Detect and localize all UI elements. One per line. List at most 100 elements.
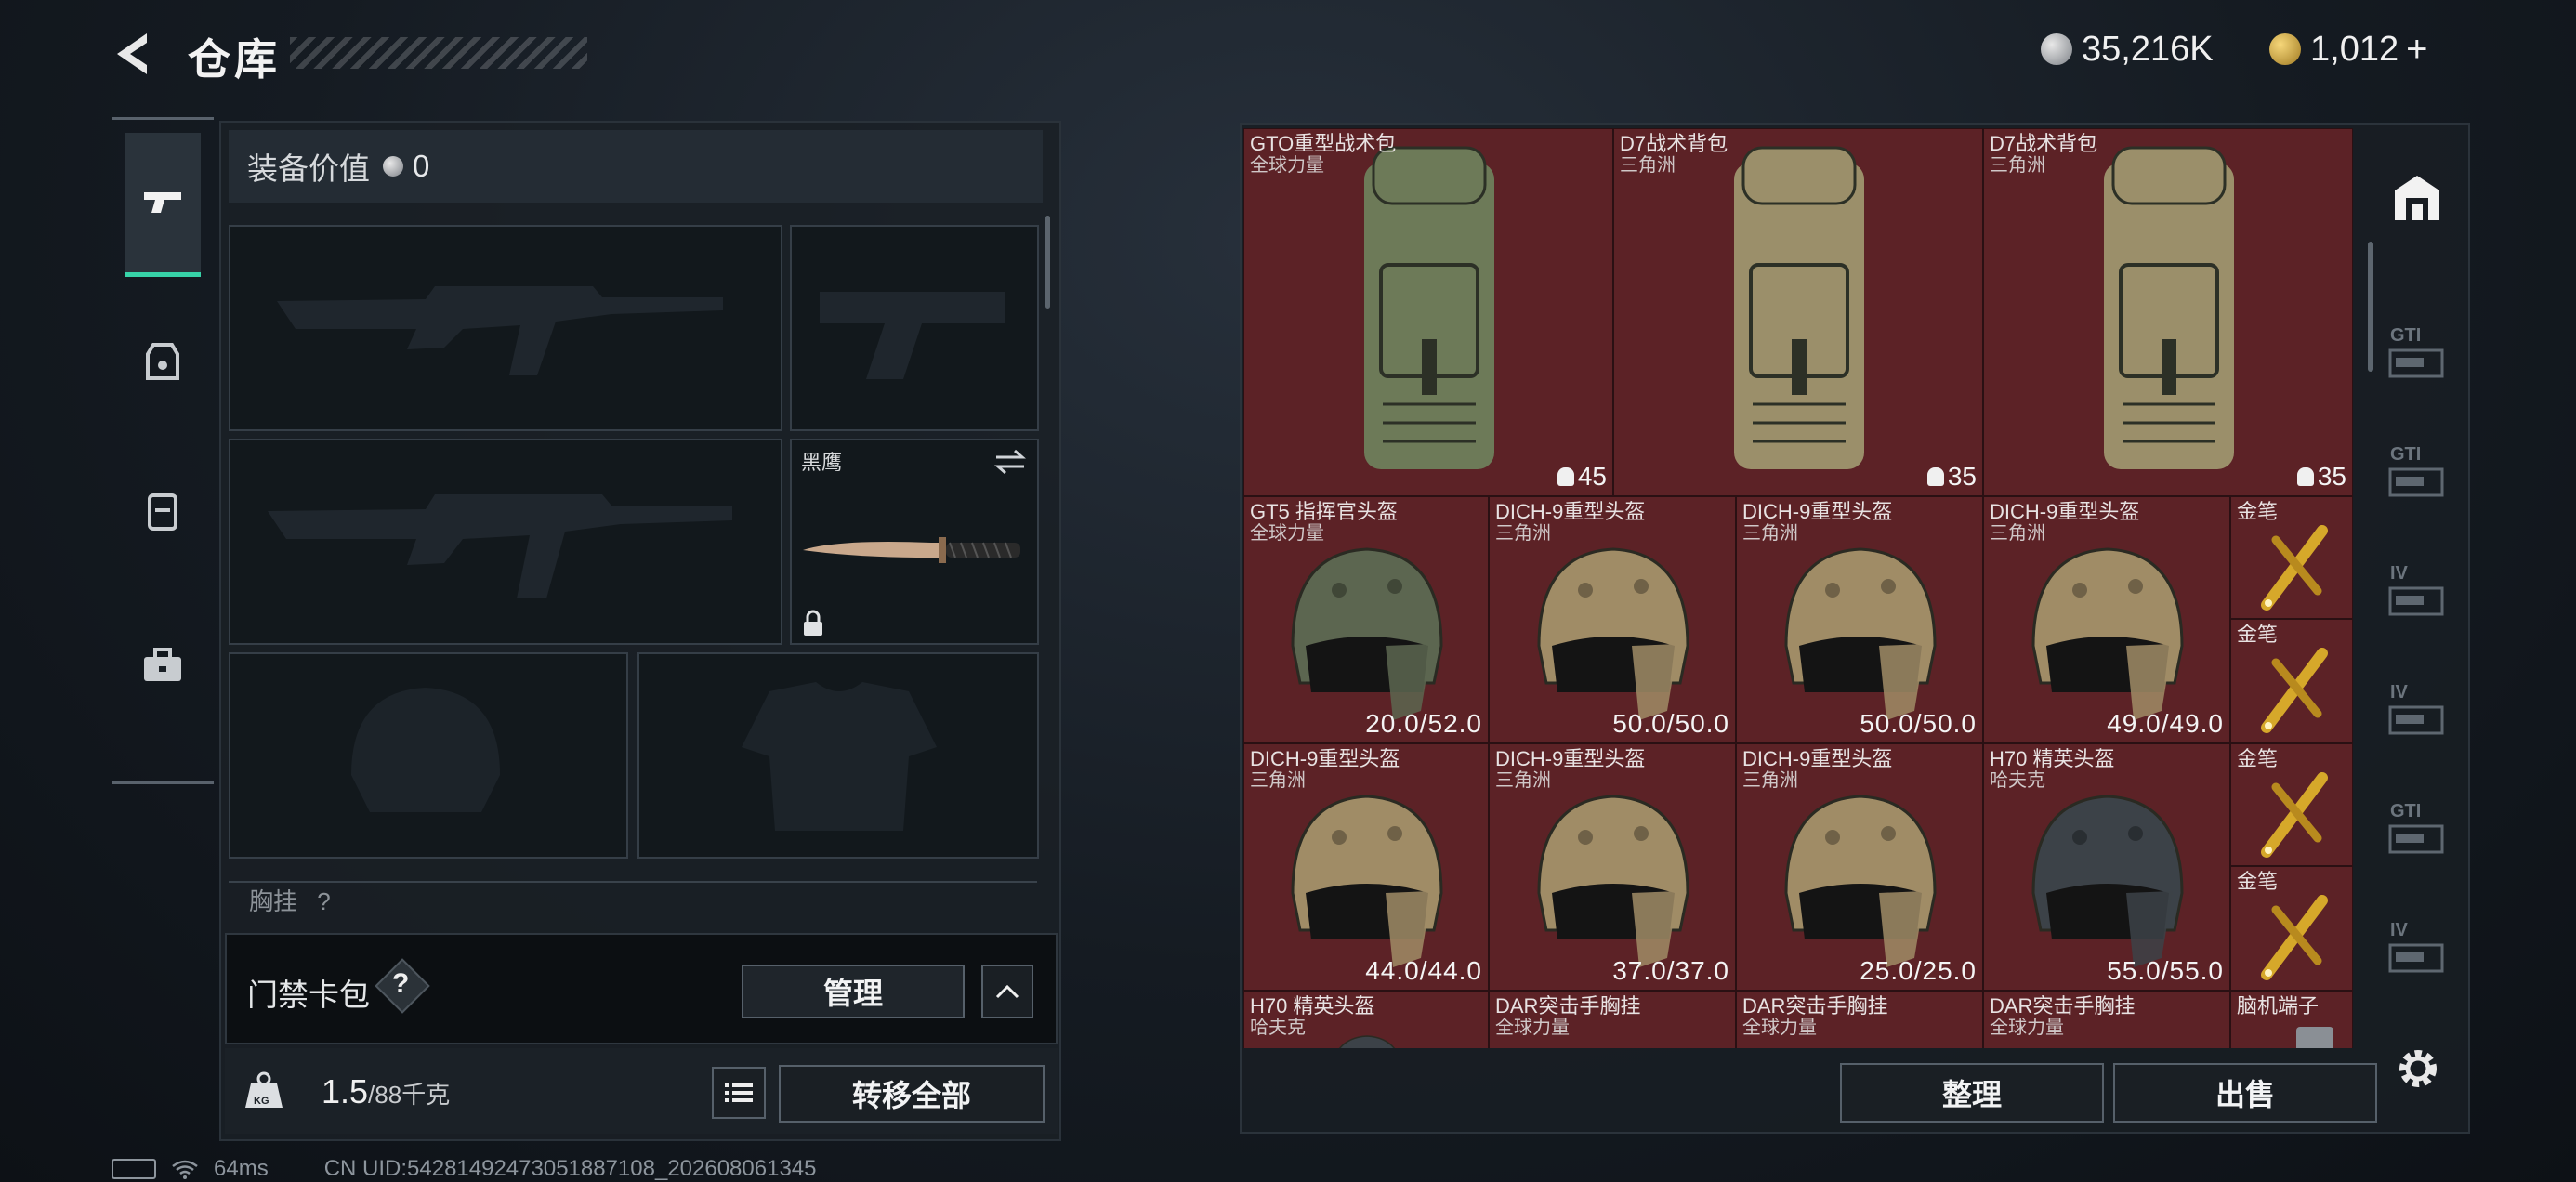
inventory-scrollbar[interactable] — [2368, 242, 2373, 372]
transfer-all-button[interactable]: 转移全部 — [779, 1065, 1045, 1123]
inventory-item[interactable]: 金笔 — [2230, 496, 2353, 619]
weight-current: 1.5 — [322, 1072, 369, 1110]
item-name: GTO重型战术包 — [1250, 132, 1397, 155]
back-arrow-icon[interactable] — [110, 28, 162, 80]
equipment-value-bar: 装备价值 0 — [229, 130, 1043, 203]
item-name: H70 精英头盔 — [1250, 994, 1375, 1018]
capacity-icon — [2296, 467, 2314, 486]
helmet-slot[interactable] — [229, 652, 628, 859]
gold-pen-image — [2261, 648, 2328, 733]
item-brand: 三角洲 — [1742, 770, 1798, 791]
inventory-item[interactable]: DICH-9重型头盔 三角洲 50.0/50.0 — [1489, 496, 1736, 743]
inventory-item[interactable]: 金笔 — [2230, 866, 2353, 991]
weight-unit: 千克 — [401, 1081, 451, 1109]
sell-button[interactable]: 出售 — [2113, 1063, 2377, 1123]
add-gold-button[interactable]: + — [2406, 29, 2427, 71]
sort-button[interactable]: 整理 — [1840, 1063, 2104, 1123]
tab-weapons[interactable] — [125, 133, 201, 277]
chevron-up-icon — [995, 984, 1019, 999]
chest-rig-help-icon[interactable]: ? — [317, 887, 330, 915]
item-brand: 三角洲 — [1495, 770, 1551, 791]
gear-icon[interactable] — [2394, 1044, 2442, 1093]
secondary-weapon-slot[interactable] — [229, 439, 782, 645]
inventory-item[interactable]: DAR突击手胸挂 全球力量 — [1489, 991, 1736, 1048]
inventory-item[interactable]: DAR突击手胸挂 全球力量 — [1983, 991, 2230, 1048]
item-name: DICH-9重型头盔 — [1990, 500, 2140, 523]
container-tab[interactable]: IV — [2375, 892, 2459, 1009]
item-name: DICH-9重型头盔 — [1742, 500, 1893, 523]
item-name: 脑机端子 — [2237, 994, 2320, 1018]
container-tab[interactable]: GTI — [2375, 773, 2459, 890]
swap-icon[interactable] — [992, 448, 1028, 476]
inventory-item[interactable]: DICH-9重型头盔 三角洲 49.0/49.0 — [1983, 496, 2230, 743]
container-tab[interactable]: GTI — [2375, 297, 2459, 414]
container-tier: IV — [2390, 682, 2408, 703]
helmet-silhouette-icon — [351, 688, 500, 812]
gold-pen-image — [2261, 895, 2328, 980]
inventory-item[interactable]: DICH-9重型头盔 三角洲 25.0/25.0 — [1736, 743, 1983, 991]
rifle-silhouette-icon — [277, 286, 723, 375]
container-tab[interactable]: GTI — [2375, 416, 2459, 533]
item-brand: 三角洲 — [1495, 523, 1551, 544]
silver-coin-icon — [2041, 33, 2072, 65]
armor-slot[interactable] — [637, 652, 1039, 859]
item-name: DICH-9重型头盔 — [1495, 747, 1646, 770]
status-bar: 64ms CN UID:54281492473051887108_2026080… — [112, 1156, 817, 1182]
lock-icon — [804, 610, 822, 636]
inventory-item[interactable]: DICH-9重型头盔 三角洲 37.0/37.0 — [1489, 743, 1736, 991]
list-view-button[interactable] — [712, 1067, 766, 1119]
inventory-item[interactable]: DICH-9重型头盔 三角洲 44.0/44.0 — [1243, 743, 1489, 991]
inventory-item[interactable]: 脑机端子 — [2230, 991, 2353, 1048]
chest-rig-slot[interactable]: 胸挂 ? — [229, 881, 1037, 916]
loadout-scrollbar[interactable] — [1045, 216, 1050, 309]
item-name: DAR突击手胸挂 — [1990, 994, 2136, 1018]
keycard-pack-label: 门禁卡包 — [247, 978, 370, 1012]
backpack-image — [1734, 146, 1864, 469]
item-durability: 25.0/25.0 — [1860, 956, 1977, 985]
chest-rig-label: 胸挂 — [249, 887, 298, 915]
inventory-item[interactable]: D7战术背包 三角洲 35 — [1613, 128, 1983, 496]
expand-button[interactable] — [981, 965, 1033, 1018]
inventory-item[interactable]: 金笔 — [2230, 743, 2353, 866]
primary-weapon-slot[interactable] — [229, 225, 782, 431]
pistol-silhouette-icon — [820, 292, 1005, 379]
helmet-image — [1784, 795, 1937, 967]
item-brand: 哈夫克 — [1990, 770, 2045, 791]
capacity-icon — [1926, 467, 1944, 486]
backpack-image — [2104, 146, 2234, 469]
container-tab[interactable]: IV — [2375, 654, 2459, 771]
inventory-item[interactable]: H70 精英头盔 哈夫克 — [1243, 991, 1489, 1048]
pistol-icon — [144, 192, 181, 213]
tab-supplies[interactable] — [125, 596, 201, 735]
container-tab-warehouse[interactable] — [2375, 139, 2459, 256]
container-tier: IV — [2390, 563, 2408, 584]
inventory-grid: GTO重型战术包 全球力量 45 D7战术背包 三角洲 35 D7战术背包 三角洲 35 G… — [1243, 128, 2359, 1048]
item-brand: 全球力量 — [1495, 1018, 1570, 1038]
sidearm-slot[interactable] — [790, 225, 1039, 431]
item-name: H70 精英头盔 — [1990, 747, 2115, 770]
inventory-item[interactable]: DAR突击手胸挂 全球力量 — [1736, 991, 1983, 1048]
inventory-item[interactable]: DICH-9重型头盔 三角洲 50.0/50.0 — [1736, 496, 1983, 743]
container-rail: GTI GTI IV IV GTI IV — [2375, 130, 2459, 1022]
melee-slot[interactable]: 黑鹰 — [790, 439, 1039, 645]
inventory-item[interactable]: H70 精英头盔 哈夫克 55.0/55.0 — [1983, 743, 2230, 991]
helmet-image — [1291, 795, 1443, 967]
equipment-value: 0 — [413, 149, 430, 183]
list-icon — [725, 1084, 753, 1102]
tab-equipment[interactable] — [125, 293, 201, 432]
item-durability: 50.0/50.0 — [1612, 709, 1729, 738]
chip-image — [2296, 1027, 2333, 1048]
tab-backpack[interactable] — [125, 441, 201, 581]
manage-button[interactable]: 管理 — [742, 965, 965, 1018]
item-brand: 三角洲 — [1990, 155, 2045, 176]
keycard-help-button[interactable]: ? — [392, 968, 409, 1000]
inventory-item[interactable]: D7战术背包 三角洲 35 — [1983, 128, 2353, 496]
item-durability: 49.0/49.0 — [2107, 709, 2224, 738]
container-tier: GTI — [2390, 444, 2422, 465]
inventory-item[interactable]: GT5 指挥官头盔 全球力量 20.0/52.0 — [1243, 496, 1489, 743]
gold-currency[interactable]: 1,012 + — [2269, 28, 2427, 71]
silver-currency[interactable]: 35,216K — [2041, 28, 2214, 71]
inventory-item[interactable]: 金笔 — [2230, 619, 2353, 743]
inventory-item[interactable]: GTO重型战术包 全球力量 45 — [1243, 128, 1613, 496]
container-tab[interactable]: IV — [2375, 535, 2459, 652]
